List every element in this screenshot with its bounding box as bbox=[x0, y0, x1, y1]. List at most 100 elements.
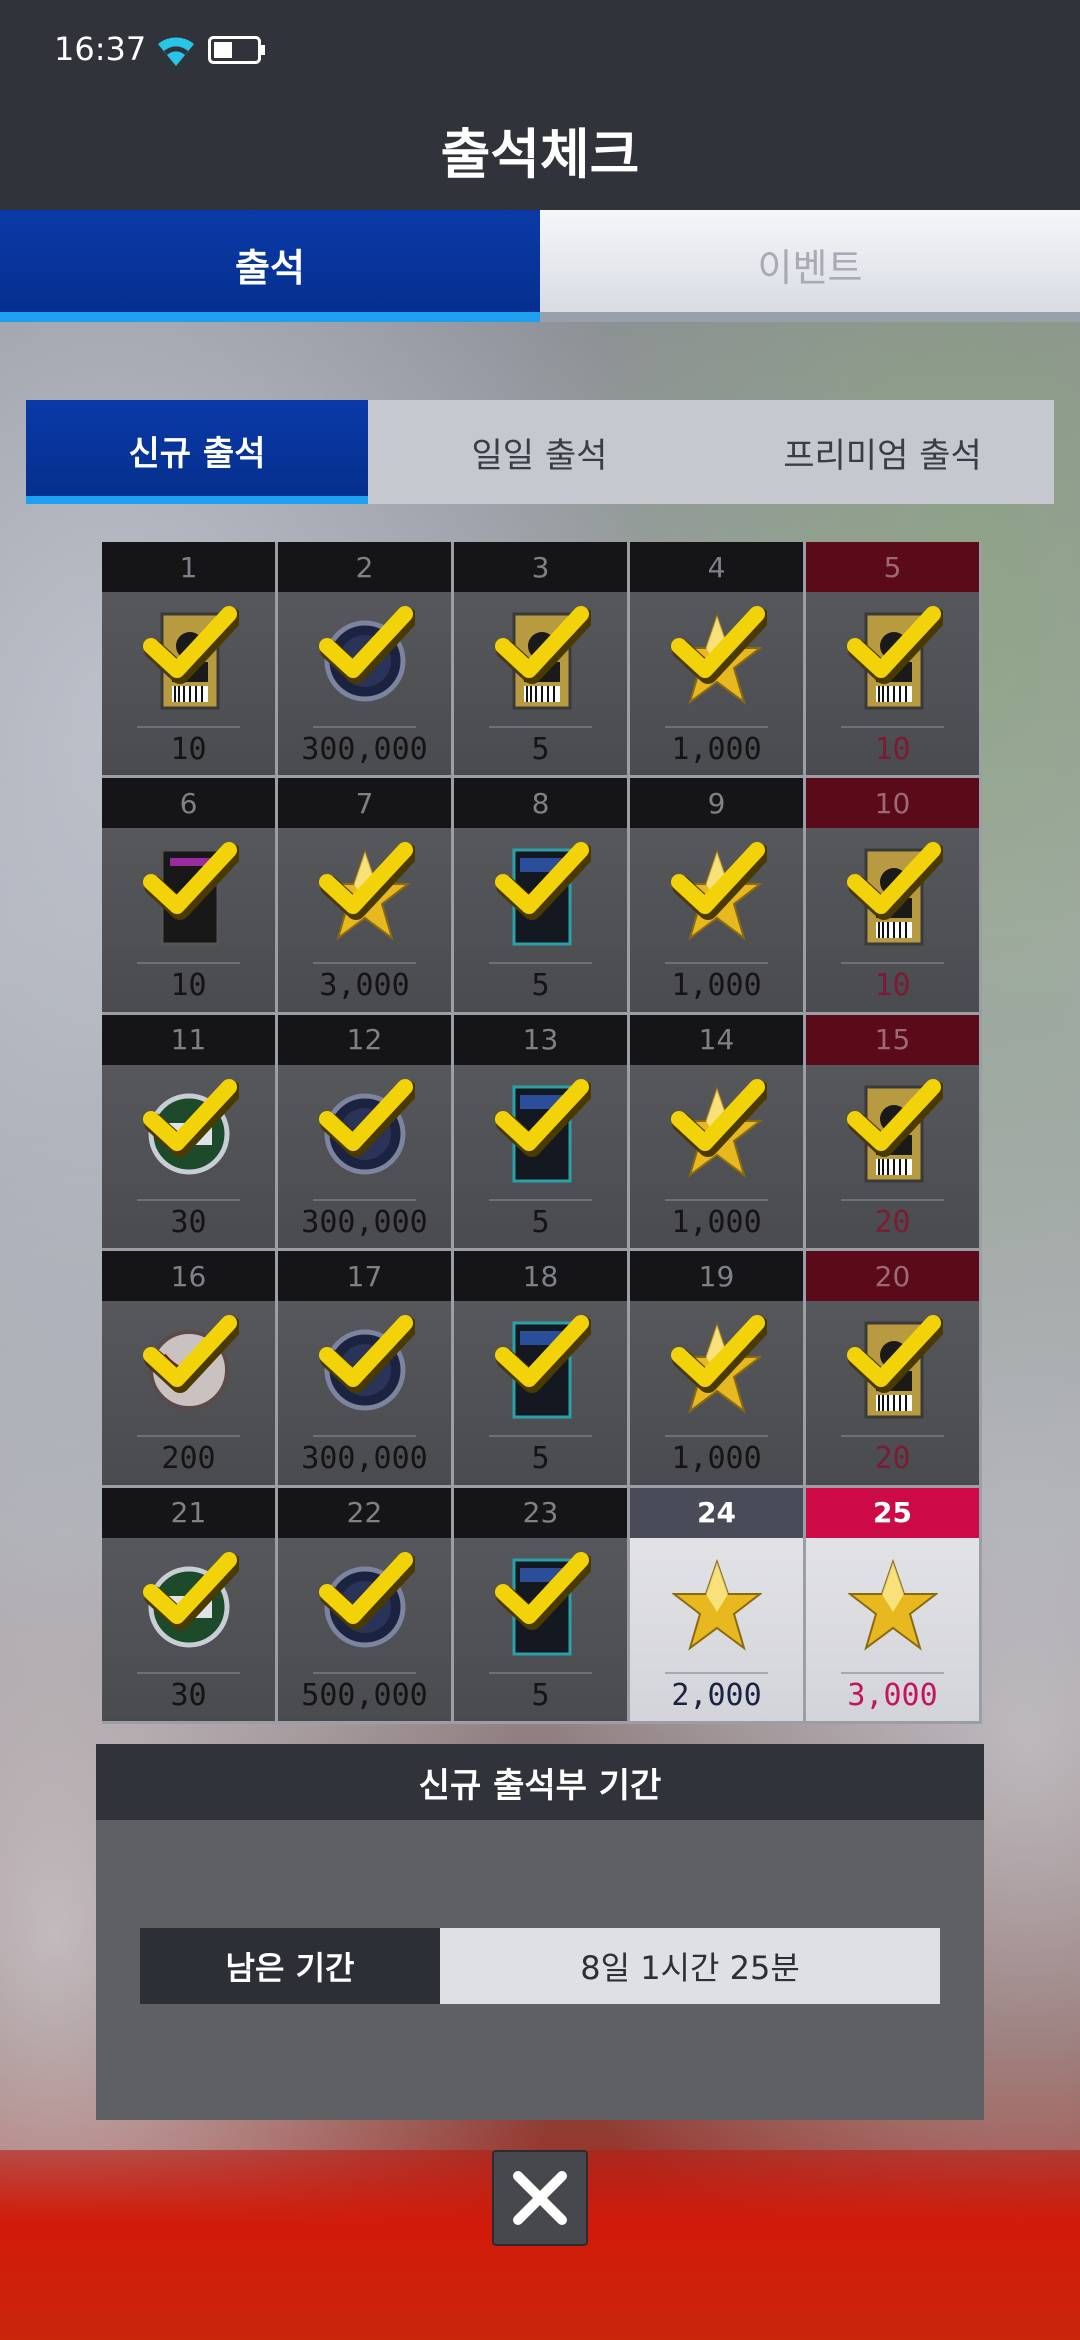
checkmark-icon bbox=[667, 1069, 770, 1169]
close-button[interactable] bbox=[492, 2150, 588, 2246]
cell-divider bbox=[136, 1435, 241, 1438]
day-cell[interactable]: 24 2,000 bbox=[630, 1487, 806, 1724]
reward-amount: 5 bbox=[531, 1441, 550, 1477]
day-cell[interactable]: 9 1,000 bbox=[630, 778, 806, 1015]
reward-amount: 500,000 bbox=[301, 1677, 428, 1713]
day-cell[interactable]: 20 20 bbox=[806, 1251, 982, 1488]
reward-amount: 5 bbox=[531, 732, 550, 767]
tab-event[interactable]: 이벤트 bbox=[540, 210, 1080, 322]
reward-amount: 10 bbox=[170, 732, 207, 767]
checkmark-icon bbox=[667, 1305, 770, 1405]
cell-divider bbox=[488, 962, 593, 965]
day-cell[interactable]: 4 1,000 bbox=[630, 542, 806, 779]
day-cell[interactable]: 13 5 bbox=[454, 1014, 630, 1252]
day-cell[interactable]: 19 1,000 bbox=[630, 1251, 806, 1488]
cell-divider bbox=[840, 726, 945, 728]
day-number: 8 bbox=[454, 778, 627, 829]
checkmark-icon bbox=[843, 596, 946, 696]
day-number: 23 bbox=[454, 1487, 627, 1538]
cell-divider bbox=[664, 1198, 769, 1201]
cell-divider bbox=[664, 1671, 769, 1674]
day-number: 17 bbox=[278, 1251, 451, 1302]
day-number: 15 bbox=[806, 1014, 979, 1065]
checkmark-icon bbox=[139, 1069, 242, 1169]
cell-divider bbox=[664, 1435, 769, 1438]
day-cell[interactable]: 15 20 bbox=[806, 1014, 982, 1252]
day-cell[interactable]: 25 3,000 bbox=[806, 1487, 982, 1724]
reward-amount: 300,000 bbox=[301, 732, 428, 767]
cell-divider bbox=[136, 1198, 241, 1201]
reward-amount: 3,000 bbox=[847, 1677, 938, 1713]
main-tabs: 출석 이벤트 bbox=[0, 210, 1080, 322]
checkmark-icon bbox=[315, 1305, 418, 1405]
checkmark-icon bbox=[843, 1069, 946, 1169]
day-cell[interactable]: 1 10 bbox=[102, 542, 278, 779]
reward-amount: 10 bbox=[874, 968, 911, 1004]
tab-attendance[interactable]: 출석 bbox=[0, 210, 540, 322]
day-number: 5 bbox=[806, 542, 979, 592]
cell-divider bbox=[312, 1435, 417, 1438]
subtab-premium-attendance[interactable]: 프리미엄 출석 bbox=[711, 400, 1054, 504]
day-cell[interactable]: 16 200 bbox=[102, 1251, 278, 1488]
close-icon bbox=[513, 2171, 567, 2225]
cell-divider bbox=[664, 962, 769, 965]
cell-divider bbox=[664, 726, 769, 728]
cell-divider bbox=[840, 1671, 945, 1674]
attendance-grid: 1 10 2 300,000 3 5 4 1,000 5 10 6 10 7 3,000 8 5 9 1,000 1… bbox=[102, 542, 982, 1724]
day-cell[interactable]: 12 300,000 bbox=[278, 1014, 454, 1252]
checkmark-icon bbox=[491, 1542, 594, 1642]
reward-amount: 20 bbox=[874, 1441, 911, 1477]
day-cell[interactable]: 21 30 bbox=[102, 1487, 278, 1724]
day-number: 21 bbox=[102, 1487, 275, 1538]
subtab-daily-attendance[interactable]: 일일 출석 bbox=[368, 400, 711, 504]
remaining-value: 8일 1시간 25분 bbox=[440, 1928, 940, 2004]
day-cell[interactable]: 5 10 bbox=[806, 542, 982, 779]
day-cell[interactable]: 22 500,000 bbox=[278, 1487, 454, 1724]
reward-amount: 2,000 bbox=[671, 1677, 762, 1713]
cell-divider bbox=[488, 1198, 593, 1201]
day-cell[interactable]: 14 1,000 bbox=[630, 1014, 806, 1252]
day-cell[interactable]: 35 bbox=[454, 542, 630, 779]
checkmark-icon bbox=[667, 596, 770, 696]
checkmark-icon bbox=[139, 1305, 242, 1405]
day-number: 25 bbox=[806, 1487, 979, 1538]
day-cell[interactable]: 2 300,000 bbox=[278, 542, 454, 779]
checkmark-icon bbox=[139, 1542, 242, 1642]
day-cell[interactable]: 6 10 bbox=[102, 778, 278, 1015]
day-cell[interactable]: 23 5 bbox=[454, 1487, 630, 1724]
remaining-period-row: 남은 기간 8일 1시간 25분 bbox=[140, 1928, 940, 2004]
reward-amount: 1,000 bbox=[671, 968, 762, 1004]
day-cell[interactable]: 18 5 bbox=[454, 1251, 630, 1488]
checkmark-icon bbox=[843, 1305, 946, 1405]
checkmark-icon bbox=[491, 1069, 594, 1169]
day-cell[interactable]: 10 10 bbox=[806, 778, 982, 1015]
cell-divider bbox=[312, 1671, 417, 1674]
day-number: 2 bbox=[278, 542, 451, 592]
day-cell[interactable]: 7 3,000 bbox=[278, 778, 454, 1015]
subtab-new-attendance[interactable]: 신규 출석 bbox=[26, 400, 368, 504]
star-icon bbox=[846, 1552, 939, 1662]
day-number: 10 bbox=[806, 778, 979, 829]
day-number: 22 bbox=[278, 1487, 451, 1538]
reward-amount: 1,000 bbox=[671, 1204, 762, 1240]
checkmark-icon bbox=[315, 1542, 418, 1642]
reward-amount: 200 bbox=[161, 1441, 216, 1477]
cell-divider bbox=[488, 726, 593, 728]
day-number: 11 bbox=[102, 1014, 275, 1065]
day-number: 3 bbox=[454, 542, 627, 592]
reward-amount: 10 bbox=[170, 968, 207, 1004]
reward-amount: 5 bbox=[531, 1677, 550, 1713]
header: 출석체크 bbox=[0, 100, 1080, 210]
day-number: 24 bbox=[630, 1487, 803, 1538]
cell-divider bbox=[312, 726, 417, 728]
day-number: 9 bbox=[630, 778, 803, 829]
day-number: 7 bbox=[278, 778, 451, 829]
reward-amount: 5 bbox=[531, 1204, 550, 1240]
day-number: 12 bbox=[278, 1014, 451, 1065]
cell-divider bbox=[488, 1435, 593, 1438]
cell-divider bbox=[840, 1435, 945, 1438]
status-time: 16:37 bbox=[54, 30, 147, 68]
day-cell[interactable]: 11 30 bbox=[102, 1014, 278, 1252]
day-cell[interactable]: 85 bbox=[454, 778, 630, 1015]
day-cell[interactable]: 17 300,000 bbox=[278, 1251, 454, 1488]
